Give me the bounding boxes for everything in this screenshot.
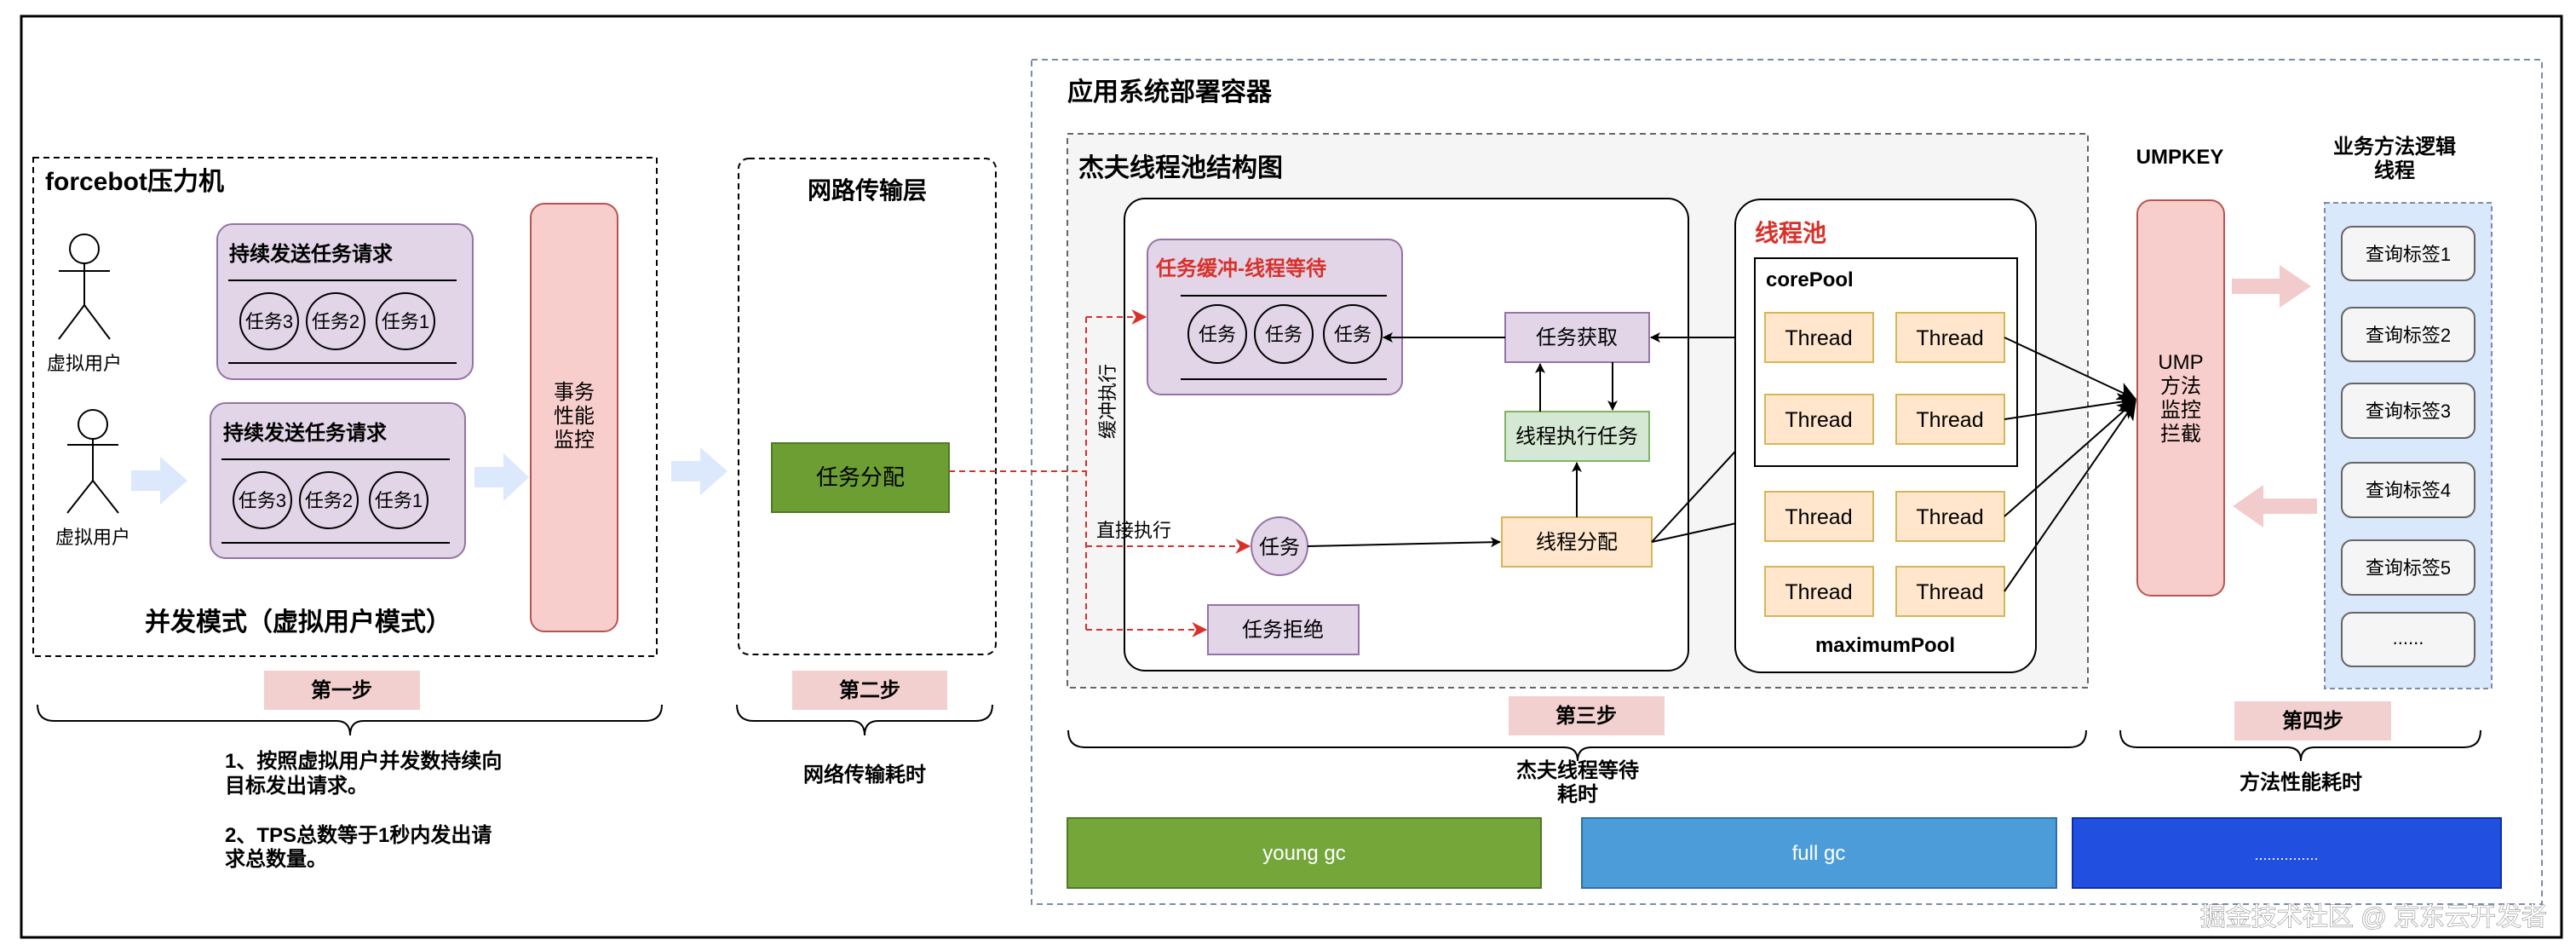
architecture-diagram: forcebot压力机 虚拟用户 虚拟用户 持续发送任务请求 任务3 任务2 任… xyxy=(20,14,2563,939)
svg-text:任务: 任务 xyxy=(1334,324,1371,345)
svg-text:1、按照虚拟用户并发数持续向: 1、按照虚拟用户并发数持续向 xyxy=(225,749,502,773)
umpkey-title: UMPKEY xyxy=(2136,146,2224,169)
svg-text:网络传输耗时: 网络传输耗时 xyxy=(803,763,926,787)
task-dispatch-label: 任务分配 xyxy=(816,464,905,490)
svg-text:查询标签4: 查询标签4 xyxy=(2366,480,2451,501)
svg-text:查询标签2: 查询标签2 xyxy=(2366,325,2451,346)
direct-exec-label: 直接执行 xyxy=(1096,520,1171,541)
svg-text:性能: 性能 xyxy=(554,405,595,428)
transaction-monitor: 事务 性能 监控 xyxy=(530,203,618,632)
svg-text:耗时: 耗时 xyxy=(1557,783,1598,806)
business-title: 业务方法逻辑 xyxy=(2333,135,2456,158)
svg-text:2、TPS总数等于1秒内发出请: 2、TPS总数等于1秒内发出请 xyxy=(225,823,492,847)
svg-text:拦截: 拦截 xyxy=(2160,423,2201,446)
svg-text:第四步: 第四步 xyxy=(2282,709,2343,733)
request-card-title: 持续发送任务请求 xyxy=(223,421,387,445)
svg-text:第三步: 第三步 xyxy=(1555,704,1617,728)
svg-text:任务1: 任务1 xyxy=(375,490,423,511)
watermark: 掘金技术社区 @ 京东云开发者 xyxy=(2200,903,2547,931)
svg-text:Thread: Thread xyxy=(1785,408,1852,432)
core-pool-label: corePool xyxy=(1766,268,1854,291)
svg-text:full gc: full gc xyxy=(1792,842,1846,865)
svg-text:Thread: Thread xyxy=(1916,326,1983,350)
request-card: 持续发送任务请求 任务3 任务2 任务1 xyxy=(216,223,474,380)
buffer-exec-label: 缓冲执行 xyxy=(1097,364,1118,439)
svg-text:任务3: 任务3 xyxy=(245,311,293,332)
svg-text:任务: 任务 xyxy=(1199,324,1236,345)
svg-text:方法性能耗时: 方法性能耗时 xyxy=(2240,770,2362,794)
svg-text:Thread: Thread xyxy=(1916,408,1983,432)
gc-bars: young gc full gc ............... xyxy=(1067,817,2502,889)
svg-text:方法: 方法 xyxy=(2160,375,2201,398)
ump-interceptor: UMP 方法 监控 拦截 xyxy=(2136,199,2225,597)
task-fetch-label: 任务获取 xyxy=(1536,326,1618,349)
svg-text:Thread: Thread xyxy=(1916,580,1983,604)
svg-text:事务: 事务 xyxy=(554,381,595,404)
svg-text:监控: 监控 xyxy=(2160,399,2201,422)
svg-text:第一步: 第一步 xyxy=(311,678,372,702)
thread-exec-label: 线程执行任务 xyxy=(1515,425,1638,448)
jeff-pool-title: 杰夫线程池结构图 xyxy=(1078,154,1283,182)
task-buffer: 任务缓冲-线程等待 任务 任务 任务 xyxy=(1147,239,1403,395)
svg-text:UMP: UMP xyxy=(2158,351,2203,374)
svg-text:任务: 任务 xyxy=(1265,324,1302,345)
mode-label: 并发模式（虚拟用户模式） xyxy=(145,608,451,637)
app-container-title: 应用系统部署容器 xyxy=(1067,78,1273,107)
svg-text:Thread: Thread xyxy=(1916,505,1983,529)
svg-text:Thread: Thread xyxy=(1785,326,1852,350)
request-card: 持续发送任务请求 任务3 任务2 任务1 xyxy=(210,402,466,559)
svg-text:任务3: 任务3 xyxy=(239,490,286,511)
maximum-pool-label: maximumPool xyxy=(1815,634,1955,657)
svg-text:任务1: 任务1 xyxy=(382,311,429,332)
svg-text:求总数量。: 求总数量。 xyxy=(225,847,327,871)
svg-text:...............: ............... xyxy=(2254,846,2318,863)
svg-text:任务2: 任务2 xyxy=(312,311,359,332)
svg-text:查询标签1: 查询标签1 xyxy=(2366,244,2451,265)
task-node-label: 任务 xyxy=(1259,536,1300,559)
network-title: 网路传输层 xyxy=(808,176,927,204)
forcebot-title: forcebot压力机 xyxy=(45,168,224,196)
svg-text:young gc: young gc xyxy=(1262,842,1345,865)
task-buffer-title: 任务缓冲-线程等待 xyxy=(1155,256,1326,280)
thread-assign-label: 线程分配 xyxy=(1536,531,1618,554)
request-card-title: 持续发送任务请求 xyxy=(229,242,393,266)
actor-label: 虚拟用户 xyxy=(55,527,130,548)
svg-text:监控: 监控 xyxy=(554,429,595,452)
svg-text:任务2: 任务2 xyxy=(305,490,353,511)
svg-text:第二步: 第二步 xyxy=(839,678,900,702)
actor-label: 虚拟用户 xyxy=(47,353,122,374)
svg-text:杰夫线程等待: 杰夫线程等待 xyxy=(1516,758,1639,782)
business-title: 线程 xyxy=(2374,159,2415,182)
task-reject-label: 任务拒绝 xyxy=(1242,619,1324,642)
svg-text:Thread: Thread xyxy=(1785,505,1852,529)
svg-text:目标发出请求。: 目标发出请求。 xyxy=(225,774,368,798)
svg-text:Thread: Thread xyxy=(1785,580,1852,604)
svg-text:查询标签5: 查询标签5 xyxy=(2366,557,2451,579)
thread-pool-title: 线程池 xyxy=(1755,220,1826,246)
svg-text:查询标签3: 查询标签3 xyxy=(2366,401,2451,422)
svg-text:......: ...... xyxy=(2393,627,2424,648)
